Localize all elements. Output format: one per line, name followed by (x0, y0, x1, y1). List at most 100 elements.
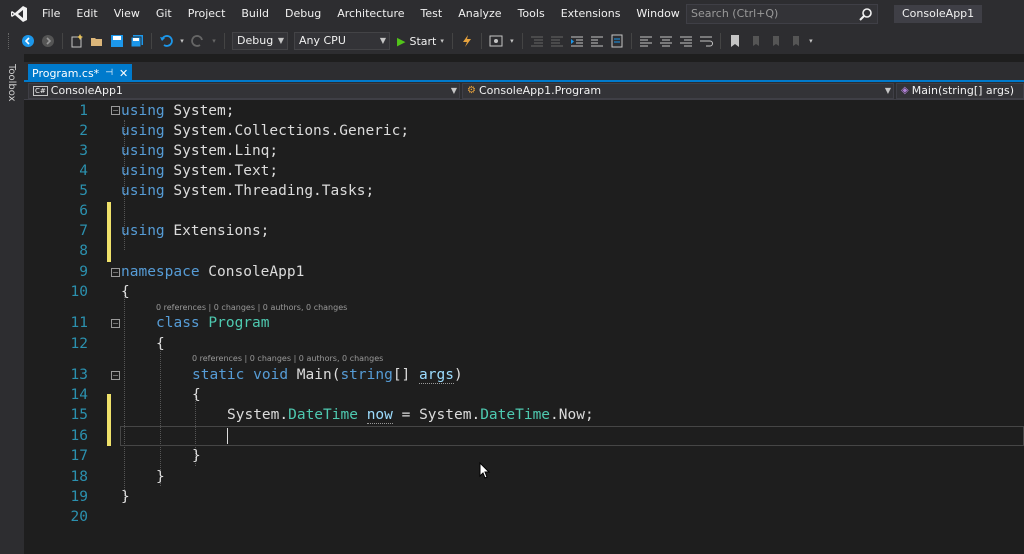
chevron-down-icon: ▼ (277, 36, 284, 45)
menu-item-file[interactable]: File (34, 0, 68, 28)
menu-item-architecture[interactable]: Architecture (329, 0, 412, 28)
hot-reload-icon[interactable] (459, 33, 475, 49)
menu-item-view[interactable]: View (106, 0, 148, 28)
navigate-forward-icon[interactable] (40, 33, 56, 49)
word-wrap-icon[interactable] (698, 33, 714, 49)
toolbar-overflow-icon[interactable]: ▾ (807, 33, 815, 49)
code-text: } (156, 469, 165, 485)
toolbar-separator (224, 33, 225, 49)
member-dropdown[interactable]: ◈ Main(string[] args) (896, 83, 1024, 99)
code-line[interactable]: 11 class Program (24, 313, 1024, 333)
menu-item-test[interactable]: Test (413, 0, 451, 28)
solution-platform-select[interactable]: Any CPU ▼ (294, 32, 390, 50)
member-label: Main(string[] args) (911, 84, 1014, 97)
code-line[interactable]: 9 namespace ConsoleApp1 (24, 262, 1024, 282)
menu-item-edit[interactable]: Edit (68, 0, 105, 28)
menu-item-debug[interactable]: Debug (277, 0, 329, 28)
line-number: 2 (79, 123, 88, 139)
new-project-icon[interactable] (69, 33, 85, 49)
solution-configuration-select[interactable]: Debug ▼ (232, 32, 288, 50)
menu-item-extensions[interactable]: Extensions (553, 0, 629, 28)
uncomment-lines-icon[interactable] (549, 33, 565, 49)
tab-program-cs[interactable]: Program.cs* ⊣ ✕ (28, 64, 133, 82)
code-text: using Extensions; (121, 223, 270, 239)
code-line[interactable]: 19} (24, 487, 1024, 507)
codelens-main[interactable]: 0 references | 0 changes | 0 authors, 0 … (192, 354, 383, 363)
increase-indent-icon[interactable] (589, 33, 605, 49)
code-text: using System.Text; (121, 163, 279, 179)
menu-item-project[interactable]: Project (180, 0, 234, 28)
code-text: class Program (156, 315, 270, 331)
toolbar-separator (451, 33, 453, 49)
browser-link-dropdown-icon[interactable]: ▾ (508, 33, 516, 49)
search-input[interactable]: Search (Ctrl+Q) (686, 4, 878, 24)
code-text: namespace ConsoleApp1 (121, 264, 305, 280)
code-editor[interactable]: − − − − 0 references | 0 changes | 0 aut… (24, 100, 1024, 554)
line-number: 5 (79, 183, 88, 199)
code-line[interactable]: 17} (24, 446, 1024, 466)
type-dropdown[interactable]: ⚙ ConsoleApp1.Program ▼ (462, 83, 894, 99)
align-left-icon[interactable] (638, 33, 654, 49)
previous-bookmark-icon[interactable] (747, 33, 763, 49)
line-number: 9 (79, 264, 88, 280)
code-line[interactable]: 16 (24, 426, 1024, 446)
menu-item-git[interactable]: Git (148, 0, 180, 28)
line-number: 6 (79, 203, 88, 219)
align-center-icon[interactable] (658, 33, 674, 49)
code-line[interactable]: 5 using System.Threading.Tasks; (24, 181, 1024, 201)
code-line[interactable]: 15 System.DateTime now = System.DateTime.… (24, 405, 1024, 425)
undo-icon[interactable] (158, 33, 174, 49)
align-right-icon[interactable] (678, 33, 694, 49)
code-line[interactable]: 12 { (24, 334, 1024, 354)
code-line[interactable]: 20 (24, 507, 1024, 527)
project-dropdown[interactable]: C# ConsoleApp1 ▼ (28, 83, 460, 99)
save-icon[interactable] (109, 33, 125, 49)
close-icon[interactable]: ✕ (119, 67, 128, 80)
line-number: 17 (70, 448, 88, 464)
play-icon: ▶ (397, 34, 406, 48)
menu-item-analyze[interactable]: Analyze (450, 0, 509, 28)
chevron-down-icon: ▼ (379, 36, 386, 45)
code-line[interactable]: 18} (24, 467, 1024, 487)
search-placeholder: Search (Ctrl+Q) (691, 7, 779, 20)
decrease-indent-icon[interactable] (569, 33, 585, 49)
line-number: 3 (79, 143, 88, 159)
toolbar-grip[interactable] (8, 33, 12, 49)
code-line[interactable]: 1 using System; (24, 101, 1024, 121)
code-line[interactable]: 8 (24, 241, 1024, 261)
code-text: } (192, 448, 201, 464)
toolbar-separator (62, 33, 63, 49)
toolbox-tab[interactable]: Toolbox (6, 64, 17, 102)
format-document-icon[interactable] (609, 33, 625, 49)
code-line[interactable]: 6 (24, 201, 1024, 221)
menu-item-window[interactable]: Window (628, 0, 687, 28)
undo-dropdown-icon[interactable]: ▾ (178, 33, 186, 49)
save-all-icon[interactable] (129, 33, 145, 49)
code-line[interactable]: 3 using System.Linq; (24, 141, 1024, 161)
type-label: ConsoleApp1.Program (478, 84, 602, 97)
comment-lines-icon[interactable] (529, 33, 545, 49)
browser-link-icon[interactable] (488, 33, 504, 49)
line-number: 11 (70, 315, 88, 331)
navigate-back-icon[interactable] (20, 33, 36, 49)
redo-icon[interactable] (190, 33, 206, 49)
start-debugging-button[interactable]: ▶ Start ▾ (393, 35, 448, 48)
codelens-program[interactable]: 0 references | 0 changes | 0 authors, 0 … (156, 303, 347, 312)
next-bookmark-icon[interactable] (767, 33, 783, 49)
clear-bookmarks-icon[interactable] (787, 33, 803, 49)
code-line[interactable]: 7 using Extensions; (24, 221, 1024, 241)
redo-dropdown-icon[interactable]: ▾ (210, 33, 218, 49)
code-line[interactable]: 2 using System.Collections.Generic; (24, 121, 1024, 141)
code-text: using System; (121, 103, 235, 119)
menu-item-tools[interactable]: Tools (510, 0, 553, 28)
code-line[interactable]: 4 using System.Text; (24, 161, 1024, 181)
bookmark-icon[interactable] (727, 33, 743, 49)
code-line[interactable]: 14 { (24, 385, 1024, 405)
visual-studio-logo-icon[interactable] (4, 0, 34, 28)
open-file-icon[interactable] (89, 33, 105, 49)
code-line[interactable]: 13 static void Main(string[] args) (24, 365, 1024, 385)
solution-name-badge[interactable]: ConsoleApp1 (894, 5, 983, 23)
code-line[interactable]: 10 { (24, 282, 1024, 302)
menu-item-build[interactable]: Build (233, 0, 277, 28)
pin-icon[interactable]: ⊣ (105, 68, 113, 78)
